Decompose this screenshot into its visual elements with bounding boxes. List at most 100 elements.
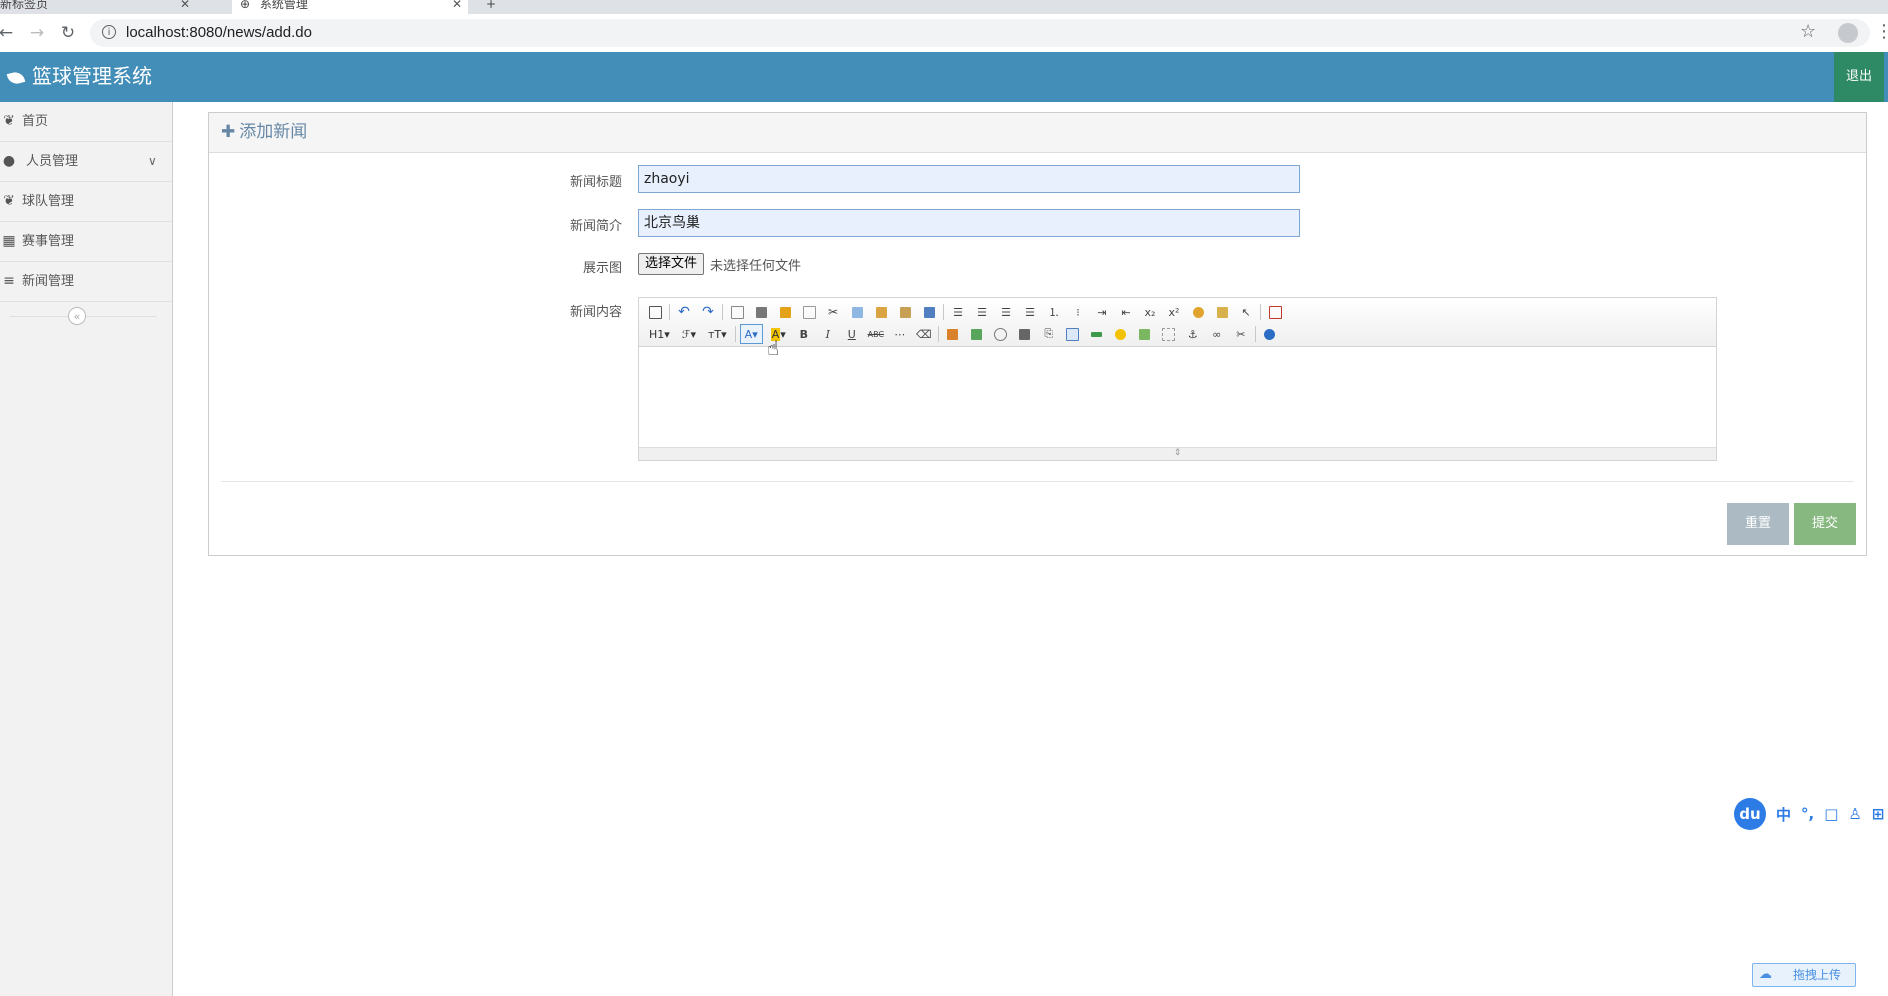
toolbar-row: ↶ ↷ ✂ ☰ ☰ ☰ ☰ ⒈ ⁝ ⇥ ⇤ x₂ x² ↖ xyxy=(645,301,1289,323)
leaf-icon xyxy=(6,69,26,86)
list-icon: ≡ xyxy=(3,273,15,289)
news-summary-input[interactable]: 北京鸟巢 xyxy=(638,209,1300,237)
editor-resize-handle[interactable]: ⇕ xyxy=(639,447,1716,460)
eraser-icon[interactable]: ⌫ xyxy=(914,324,934,344)
paste-icon[interactable] xyxy=(871,302,891,322)
news-title-label: 新闻标题 xyxy=(569,175,622,190)
unordered-list-icon[interactable]: ⁝ xyxy=(1068,302,1088,322)
fullscreen-icon[interactable] xyxy=(1265,302,1285,322)
submit-button[interactable]: 提交 xyxy=(1794,503,1856,545)
sidebar-item-teams[interactable]: ❦ 球队管理 xyxy=(0,182,172,222)
attachment-icon[interactable]: ⎘ xyxy=(1039,324,1059,344)
align-justify-icon[interactable]: ☰ xyxy=(1020,302,1040,322)
tab-title: 新标签页 xyxy=(0,0,49,11)
sidebar-item-matches[interactable]: ▦ 赛事管理 xyxy=(0,222,172,262)
info-icon[interactable]: i xyxy=(102,25,116,39)
undo-icon[interactable]: ↶ xyxy=(674,302,694,322)
underline-icon[interactable]: U xyxy=(842,324,862,344)
toolbar-separator xyxy=(722,304,723,320)
ime-skin-icon[interactable]: □ xyxy=(1824,805,1838,823)
insert-hr-icon[interactable] xyxy=(1087,324,1107,344)
fore-color-button[interactable]: A ▾ xyxy=(739,324,763,344)
insert-image-icon[interactable] xyxy=(943,324,963,344)
sidebar-item-personnel[interactable]: ● 人员管理 ∨ xyxy=(0,142,172,182)
superscript-icon[interactable]: x² xyxy=(1164,302,1184,322)
clear-format-icon[interactable] xyxy=(1188,302,1208,322)
select-all-icon[interactable] xyxy=(1212,302,1232,322)
cut-icon[interactable]: ✂ xyxy=(823,302,843,322)
copy-icon[interactable] xyxy=(847,302,867,322)
sidebar-item-home[interactable]: ❦ 首页 xyxy=(0,102,172,142)
back-icon[interactable]: ← xyxy=(0,23,16,43)
insert-flash-icon[interactable] xyxy=(991,324,1011,344)
address-bar[interactable]: i localhost:8080/news/add.do ☆ xyxy=(90,19,1870,47)
ime-punctuation[interactable]: °, xyxy=(1801,805,1814,823)
choose-file-button[interactable]: 选择文件 xyxy=(638,253,705,275)
close-icon[interactable]: ✕ xyxy=(452,0,462,14)
close-icon[interactable]: ✕ xyxy=(180,0,190,14)
menu-icon[interactable]: ⋮ xyxy=(1875,22,1888,42)
new-tab-icon[interactable]: + xyxy=(486,0,496,14)
help-icon[interactable] xyxy=(1260,324,1280,344)
ime-grid-icon[interactable]: ⊞ xyxy=(1872,805,1885,823)
preview-icon[interactable] xyxy=(727,302,747,322)
ordered-list-icon[interactable]: ⒈ xyxy=(1044,302,1064,322)
paste-word-icon[interactable] xyxy=(919,302,939,322)
subscript-icon[interactable]: x₂ xyxy=(1140,302,1160,322)
baidu-ime-logo[interactable]: du xyxy=(1734,798,1766,830)
link-icon[interactable]: ∞ xyxy=(1207,324,1227,344)
drag-upload-widget[interactable]: ☁ 拖拽上传 xyxy=(1752,963,1856,987)
logout-button[interactable]: 退出 xyxy=(1834,52,1884,102)
heading-dropdown-label: H1 xyxy=(649,327,665,341)
profile-icon[interactable] xyxy=(1838,23,1858,43)
bold-icon[interactable]: B xyxy=(794,324,814,344)
sidebar-item-label: 球队管理 xyxy=(22,194,75,209)
page-break-icon[interactable] xyxy=(1159,324,1179,344)
sidebar-item-news[interactable]: ≡ 新闻管理 xyxy=(0,262,172,302)
insert-multi-image-icon[interactable] xyxy=(967,324,987,344)
globe-icon: ⊕ xyxy=(240,0,251,11)
source-icon[interactable] xyxy=(645,302,665,322)
heading-dropdown[interactable]: H1 ▾ xyxy=(645,324,674,344)
browser-tab-active[interactable]: ⊕ 系统管理 ✕ xyxy=(232,0,468,14)
anchor-icon[interactable]: ⚓ xyxy=(1183,324,1203,344)
strikethrough-icon[interactable]: ABC xyxy=(866,324,886,344)
align-right-icon[interactable]: ☰ xyxy=(996,302,1016,322)
paste-text-icon[interactable] xyxy=(895,302,915,322)
drag-upload-label: 拖拽上传 xyxy=(1793,968,1842,982)
user-icon: ● xyxy=(2,153,16,169)
forward-icon[interactable]: → xyxy=(27,23,47,43)
horizontal-rule-icon[interactable]: ⋯ xyxy=(890,324,910,344)
toolbar-separator xyxy=(669,304,670,320)
template-icon[interactable] xyxy=(775,302,795,322)
reload-icon[interactable]: ↻ xyxy=(58,23,78,43)
emoticon-icon[interactable] xyxy=(1111,324,1131,344)
font-size-dropdown[interactable]: тT ▾ xyxy=(704,324,731,344)
ime-user-icon[interactable]: ♙ xyxy=(1848,805,1861,823)
print-icon[interactable] xyxy=(751,302,771,322)
align-left-icon[interactable]: ☰ xyxy=(948,302,968,322)
plus-icon: ✚ xyxy=(221,122,236,142)
italic-icon[interactable]: I xyxy=(818,324,838,344)
outdent-icon[interactable]: ⇤ xyxy=(1116,302,1136,322)
font-dropdown-label: ℱ xyxy=(681,327,691,341)
redo-icon[interactable]: ↷ xyxy=(698,302,718,322)
collapse-sidebar-button[interactable]: « xyxy=(68,307,86,325)
editor-content-area[interactable] xyxy=(639,347,1716,448)
insert-table-icon[interactable] xyxy=(1063,324,1083,344)
insert-map-icon[interactable] xyxy=(1135,324,1155,344)
pointer-icon[interactable]: ↖ xyxy=(1236,302,1256,322)
code-icon[interactable] xyxy=(799,302,819,322)
unlink-icon[interactable]: ✂ xyxy=(1231,324,1251,344)
browser-tab[interactable]: 新标签页 ✕ xyxy=(0,0,190,14)
indent-icon[interactable]: ⇥ xyxy=(1092,302,1112,322)
star-icon[interactable]: ☆ xyxy=(1800,21,1816,42)
ime-toolbar: du 中 °, □ ♙ ⊞ xyxy=(1734,798,1884,830)
sidebar-collapse: « xyxy=(0,302,172,332)
font-dropdown[interactable]: ℱ ▾ xyxy=(678,324,700,344)
news-title-input[interactable]: zhaoyi xyxy=(638,165,1300,193)
align-center-icon[interactable]: ☰ xyxy=(972,302,992,322)
ime-chinese-mode[interactable]: 中 xyxy=(1776,804,1791,825)
reset-button[interactable]: 重置 xyxy=(1727,503,1789,545)
insert-media-icon[interactable] xyxy=(1015,324,1035,344)
